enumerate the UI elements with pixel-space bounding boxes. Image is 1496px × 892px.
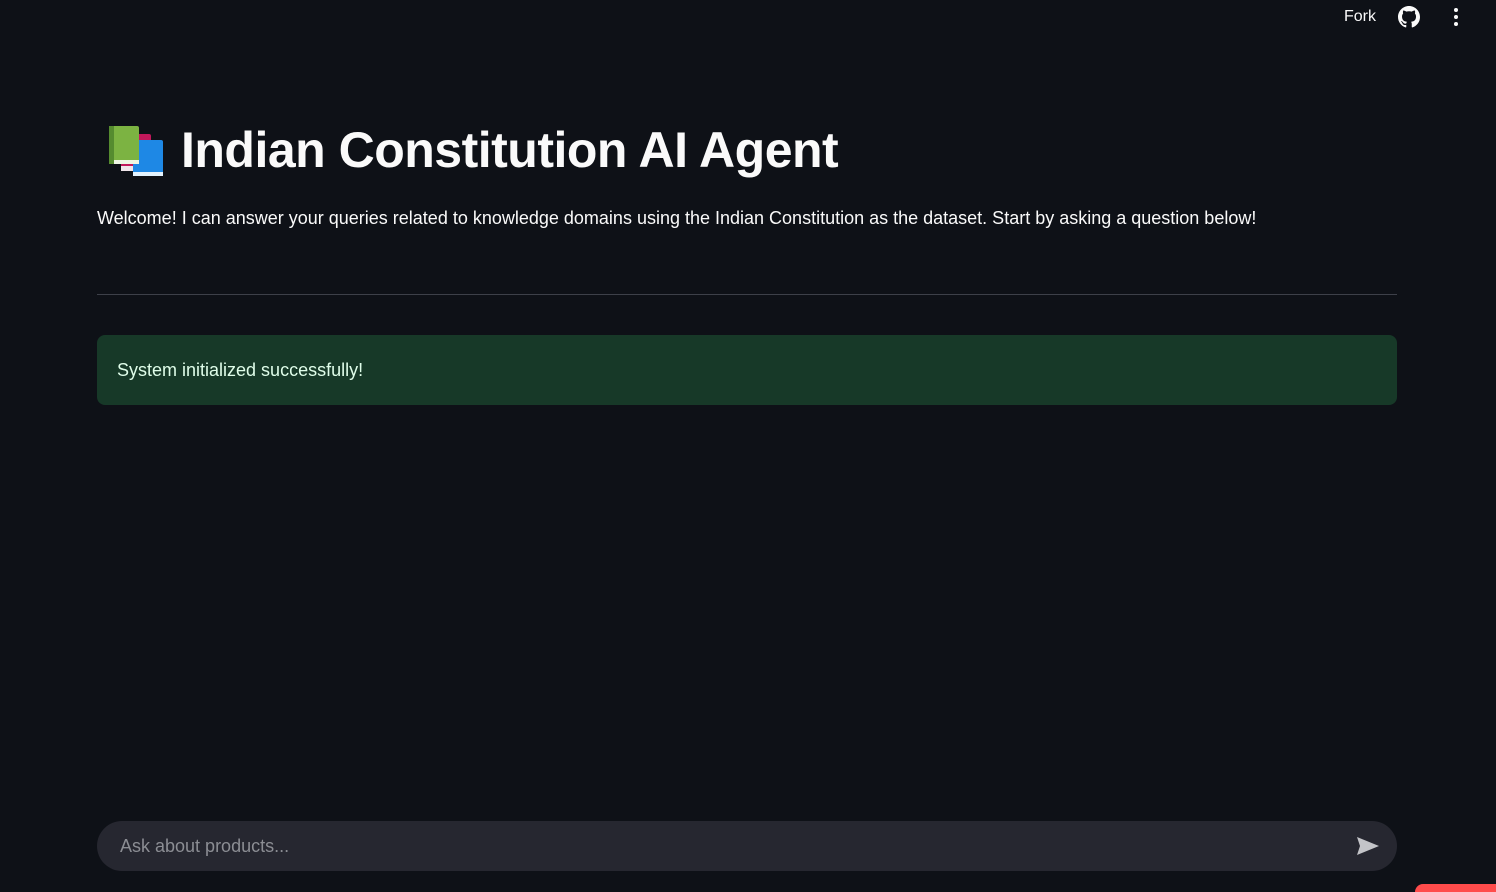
title-row: Indian Constitution AI Agent (97, 112, 1397, 188)
github-icon[interactable] (1398, 6, 1420, 28)
chat-input-container (97, 821, 1397, 871)
books-icon (105, 122, 167, 178)
main-content: Indian Constitution AI Agent Welcome! I … (97, 112, 1397, 405)
status-widget[interactable] (1415, 884, 1496, 892)
fork-button[interactable]: Fork (1344, 8, 1376, 26)
more-vertical-icon[interactable] (1450, 6, 1462, 28)
app-root: Fork Indian Constitution AI Agent Welcom… (0, 0, 1496, 892)
welcome-text: Welcome! I can answer your queries relat… (97, 208, 1257, 228)
divider (97, 294, 1397, 295)
chat-input[interactable] (118, 834, 1353, 858)
page-title: Indian Constitution AI Agent (181, 122, 839, 178)
success-alert: System initialized successfully! (97, 335, 1397, 405)
top-toolbar: Fork (1344, 0, 1496, 34)
send-icon[interactable] (1353, 831, 1383, 861)
success-alert-text: System initialized successfully! (117, 359, 364, 380)
